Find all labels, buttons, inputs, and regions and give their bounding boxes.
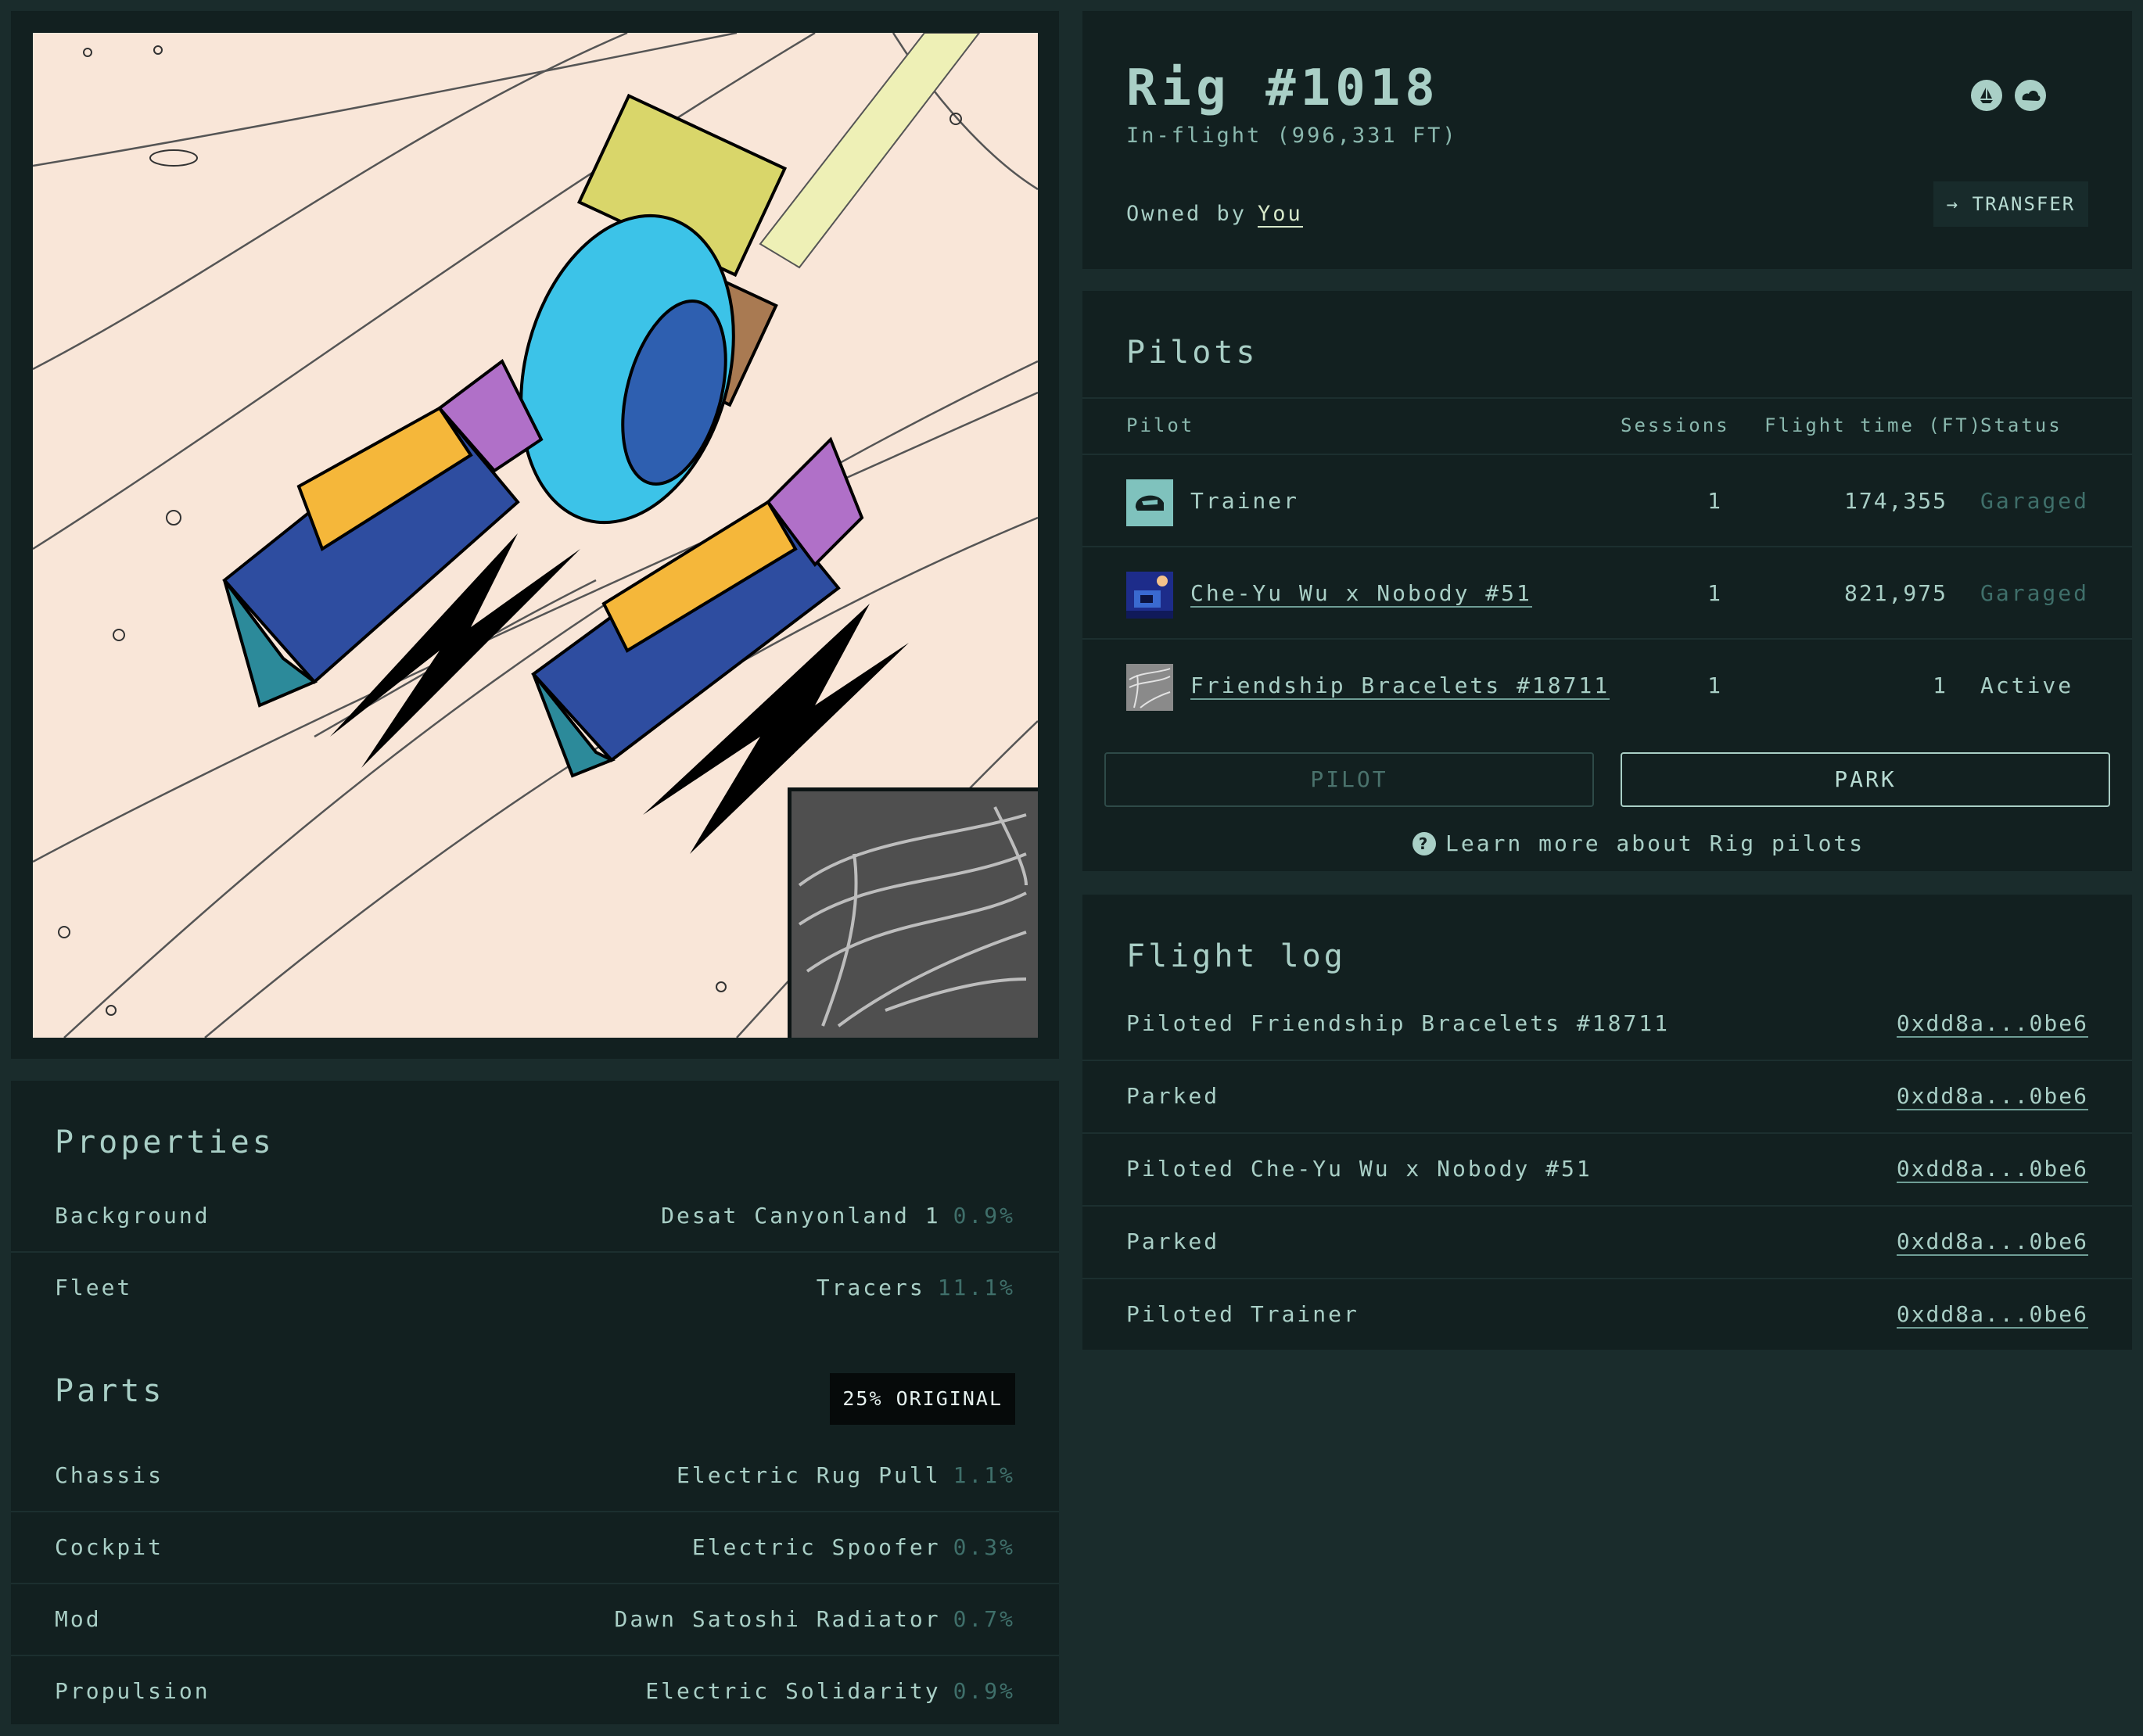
transaction-link[interactable]: 0xdd8a...0be6 [1896, 1228, 2088, 1256]
pilot-sessions: 1 [1707, 580, 1721, 606]
part-value: Electric Spoofer 0.3% [691, 1534, 1015, 1560]
marketplace-icon[interactable] [1971, 80, 2002, 111]
property-rarity: 0.9% [953, 1203, 1015, 1228]
log-event: Piloted Friendship Bracelets #18711 [1126, 1010, 1671, 1036]
pilot-name-link[interactable]: Friendship Bracelets #18711 [1190, 673, 1610, 700]
property-value: Tracers 11.1% [816, 1275, 1015, 1300]
property-label: Fleet [55, 1275, 133, 1300]
pilot-name: Trainer [1190, 488, 1300, 514]
pilot-status: Active [1980, 673, 2074, 698]
transaction-link[interactable]: 0xdd8a...0be6 [1896, 1301, 2088, 1329]
table-row: Trainer 1 174,355 Garaged [1082, 455, 2132, 547]
flight-log-title: Flight log [1126, 938, 1346, 974]
part-rarity: 1.1% [953, 1462, 1015, 1488]
part-rarity: 0.7% [953, 1606, 1015, 1632]
pilot-status: Garaged [1980, 580, 2090, 606]
part-value: Electric Rug Pull 1.1% [676, 1462, 1015, 1488]
cloud-icon[interactable] [2015, 80, 2046, 111]
part-row-cockpit: Cockpit Electric Spoofer 0.3% [11, 1512, 1059, 1584]
pilot-button[interactable]: PILOT [1104, 752, 1594, 807]
trainer-helmet-icon [1126, 479, 1173, 526]
property-row-background: Background Desat Canyonland 1 0.9% [11, 1181, 1059, 1253]
list-item: Parked 0xdd8a...0be6 [1082, 1207, 2132, 1279]
log-event: Piloted Che-Yu Wu x Nobody #51 [1126, 1156, 1592, 1182]
pilots-title: Pilots [1126, 335, 1258, 371]
property-rarity: 11.1% [937, 1275, 1015, 1300]
column-header-flight-time: Flight time (FT) [1764, 414, 1983, 436]
pilot-name-link[interactable]: Che-Yu Wu x Nobody #51 [1190, 580, 1532, 608]
transaction-link[interactable]: 0xdd8a...0be6 [1896, 1156, 2088, 1183]
log-event: Piloted Trainer [1126, 1301, 1359, 1327]
part-label: Propulsion [55, 1678, 210, 1704]
table-row: Friendship Bracelets #18711 1 1 Active [1082, 640, 2132, 732]
pilot-sessions: 1 [1707, 673, 1721, 698]
list-item: Parked 0xdd8a...0be6 [1082, 1061, 2132, 1134]
properties-title: Properties [55, 1124, 275, 1160]
pilot-status: Garaged [1980, 488, 2090, 514]
pilots-panel: Pilots Pilot Sessions Flight time (FT) S… [1082, 291, 2132, 871]
properties-panel: Properties Background Desat Canyonland 1… [11, 1081, 1059, 1724]
park-button[interactable]: PARK [1621, 752, 2110, 807]
rig-status: In-flight (996,331 FT) [1126, 124, 1458, 148]
part-value: Electric Solidarity 0.9% [645, 1678, 1015, 1704]
flight-log-panel: Flight log Piloted Friendship Bracelets … [1082, 895, 2132, 1350]
part-label: Chassis [55, 1462, 164, 1488]
pilot-flight-time: 821,975 [1843, 580, 1947, 606]
part-label: Cockpit [55, 1534, 164, 1560]
rig-artwork [33, 33, 1038, 1038]
table-row: Che-Yu Wu x Nobody #51 1 821,975 Garaged [1082, 547, 2132, 640]
rig-artwork-panel [11, 11, 1059, 1059]
part-rarity: 0.3% [953, 1534, 1015, 1560]
part-row-propulsion: Propulsion Electric Solidarity 0.9% [11, 1656, 1059, 1728]
parts-title: Parts [55, 1373, 165, 1409]
property-label: Background [55, 1203, 210, 1228]
log-event: Parked [1126, 1228, 1220, 1254]
active-pilot-thumbnail [788, 787, 1038, 1038]
owner-link[interactable]: You [1258, 202, 1303, 228]
part-row-mod: Mod Dawn Satoshi Radiator 0.7% [11, 1584, 1059, 1656]
part-rarity: 0.9% [953, 1678, 1015, 1704]
part-row-chassis: Chassis Electric Rug Pull 1.1% [11, 1440, 1059, 1512]
rig-header-panel: Rig #1018 In-flight (996,331 FT) Owned b… [1082, 11, 2132, 269]
page-title: Rig #1018 [1126, 59, 1440, 117]
pilot-avatar [1126, 664, 1173, 711]
list-item: Piloted Che-Yu Wu x Nobody #51 0xdd8a...… [1082, 1134, 2132, 1207]
property-value: Desat Canyonland 1 0.9% [661, 1203, 1015, 1228]
pilot-flight-time: 174,355 [1843, 488, 1947, 514]
column-header-sessions: Sessions [1621, 414, 1730, 436]
list-item: Piloted Trainer 0xdd8a...0be6 [1082, 1279, 2132, 1352]
owned-by: Owned by You [1126, 202, 1303, 228]
part-label: Mod [55, 1606, 102, 1632]
transaction-link[interactable]: 0xdd8a...0be6 [1896, 1083, 2088, 1110]
list-item: Piloted Friendship Bracelets #18711 0xdd… [1082, 988, 2132, 1061]
pilot-sessions: 1 [1707, 488, 1721, 514]
transaction-link[interactable]: 0xdd8a...0be6 [1896, 1010, 2088, 1038]
property-row-fleet: Fleet Tracers 11.1% [11, 1253, 1059, 1325]
transfer-button[interactable]: → TRANSFER [1933, 181, 2088, 227]
log-event: Parked [1126, 1083, 1220, 1109]
pilot-avatar [1126, 572, 1173, 619]
column-header-status: Status [1980, 414, 2062, 436]
pilot-flight-time: 1 [1933, 673, 1947, 698]
column-header-pilot: Pilot [1126, 414, 1195, 436]
part-value: Dawn Satoshi Radiator 0.7% [614, 1606, 1015, 1632]
original-badge: 25% ORIGINAL [830, 1373, 1015, 1425]
help-icon: ? [1413, 832, 1436, 855]
learn-more-link[interactable]: ? Learn more about Rig pilots [1413, 830, 1865, 856]
